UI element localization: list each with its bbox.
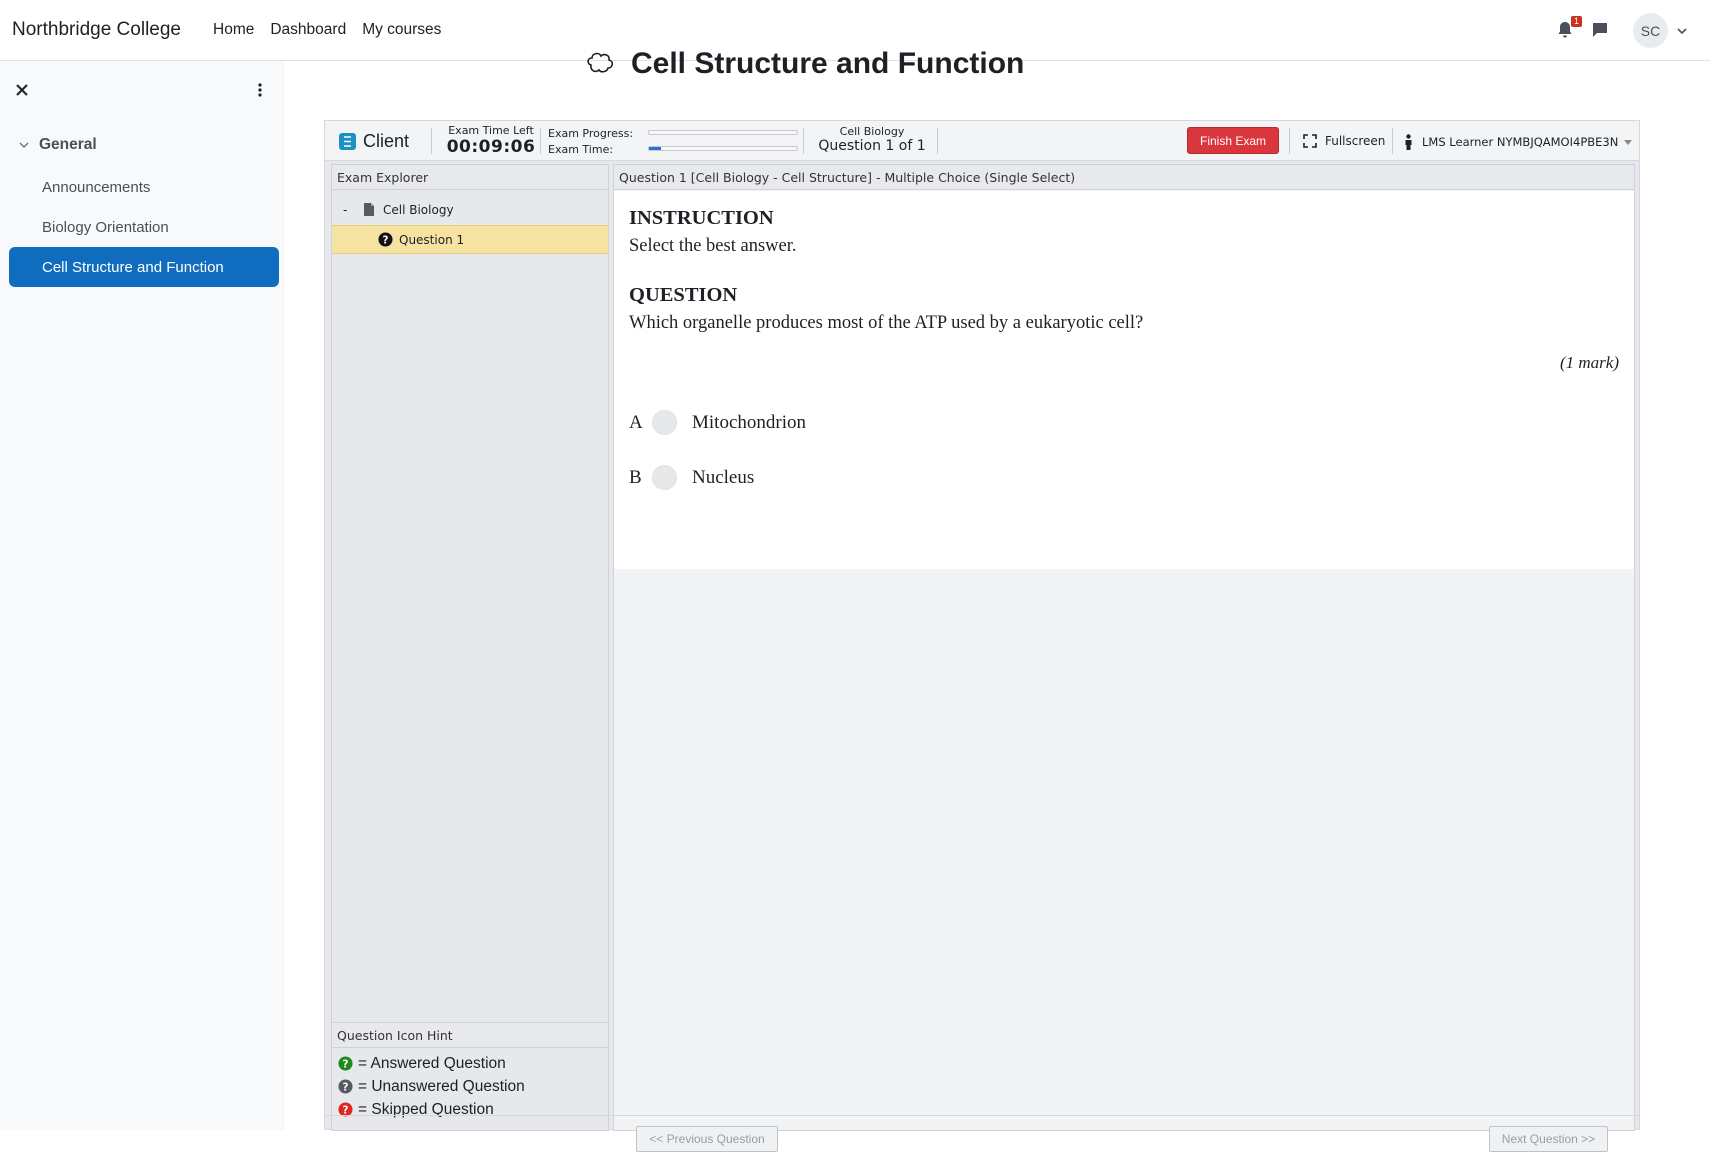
toolbar-divider [803, 128, 804, 154]
nav-link-home[interactable]: Home [213, 21, 254, 39]
chevron-down-icon[interactable] [1676, 25, 1688, 37]
notifications-button[interactable]: 1 [1557, 15, 1583, 41]
toolbar-divider [937, 128, 938, 154]
exam-time-left: Exam Time Left 00:09:06 [443, 124, 539, 157]
question-content: INSTRUCTION Select the best answer. QUES… [614, 191, 1634, 569]
exam-client: Client Exam Time Left 00:09:06 Exam Prog… [324, 120, 1640, 1152]
tree-question-label: Question 1 [399, 232, 465, 247]
close-icon[interactable] [14, 82, 30, 98]
option-letter: B [629, 466, 642, 488]
question-status-icon: ? [378, 232, 393, 247]
tree-collapse-toggle[interactable]: - [343, 203, 363, 217]
question-marks: (1 mark) [1559, 353, 1619, 372]
toolbar-divider [1392, 128, 1393, 154]
answered-question-icon: ? [338, 1056, 353, 1071]
fullscreen-label: Fullscreen [1325, 134, 1386, 148]
client-label: Client [363, 131, 410, 151]
section-title: General [39, 136, 97, 153]
more-options-icon[interactable] [256, 82, 264, 98]
toolbar-divider [431, 128, 432, 154]
tree-section-cell-biology[interactable]: - Cell Biology [332, 195, 608, 224]
answer-option-b[interactable]: B Nucleus [629, 465, 754, 490]
toolbar-divider [540, 128, 541, 154]
exam-explorer-title: Exam Explorer [332, 165, 608, 190]
question-footer-divider [325, 1115, 1639, 1116]
hint-answered: ? = Answered Question [332, 1052, 608, 1075]
option-b-radio[interactable] [652, 465, 677, 490]
option-letter: A [629, 411, 643, 433]
hint-title: Question Icon Hint [332, 1023, 608, 1048]
page-title: Cell Structure and Function [585, 47, 1024, 81]
exam-time-fill [649, 147, 661, 150]
hint-answered-label: = Answered Question [358, 1054, 506, 1072]
client-logo-icon [339, 133, 356, 150]
option-a-radio[interactable] [652, 410, 677, 435]
question-heading: QUESTION [629, 284, 738, 306]
option-text: Nucleus [692, 466, 755, 488]
drawer-item-cell-structure[interactable]: Cell Structure and Function [9, 247, 279, 287]
unanswered-question-icon: ? [338, 1079, 353, 1094]
answer-option-a[interactable]: A Mitochondrion [629, 410, 806, 435]
person-icon [1405, 134, 1412, 150]
learner-name: LMS Learner NYMBJQAMOI4PBE3N [1422, 135, 1619, 149]
notification-count-badge: 1 [1571, 15, 1583, 27]
question-header: Question 1 [Cell Biology - Cell Structur… [614, 165, 1634, 190]
question-text: Which organelle produces most of the ATP… [629, 313, 1144, 333]
svg-text:?: ? [383, 234, 389, 246]
messages-button[interactable] [1591, 21, 1611, 41]
nav-link-my-courses[interactable]: My courses [362, 21, 441, 39]
exam-time-bar [648, 146, 798, 151]
nav-link-dashboard[interactable]: Dashboard [270, 21, 346, 39]
tree-section-label: Cell Biology [383, 202, 454, 217]
hint-skipped: ? = Skipped Question [332, 1098, 608, 1121]
user-area: 1 SC [1557, 0, 1688, 61]
user-avatar[interactable]: SC [1633, 13, 1668, 48]
time-left-value: 00:09:06 [446, 137, 536, 157]
primary-navigation: Home Dashboard My courses [213, 21, 457, 39]
toolbar-divider [1289, 128, 1290, 154]
exam-toolbar: Client Exam Time Left 00:09:06 Exam Prog… [325, 121, 1639, 161]
question-position-value: Question 1 of 1 [818, 138, 926, 154]
learner-menu[interactable]: LMS Learner NYMBJQAMOI4PBE3N [1404, 134, 1633, 150]
site-brand[interactable]: Northbridge College [12, 19, 181, 41]
tree-question-1[interactable]: ? Question 1 [332, 225, 608, 254]
exam-explorer-panel: Exam Explorer - Cell Biology ? Question … [331, 164, 609, 1131]
drawer-item-announcements[interactable]: Announcements [9, 167, 279, 207]
question-pane: Question 1 [Cell Biology - Cell Structur… [613, 164, 1635, 1131]
section-general-toggle[interactable]: General [18, 136, 97, 154]
chat-icon [1593, 22, 1607, 37]
exam-progress-labels: Exam Progress: Exam Time: [548, 126, 633, 158]
document-icon [364, 203, 374, 216]
exam-time-label: Exam Time: [548, 143, 614, 156]
fullscreen-icon [1303, 134, 1317, 148]
svg-text:?: ? [343, 1058, 349, 1070]
chevron-down-icon [19, 142, 29, 148]
caret-down-icon [1624, 139, 1633, 145]
exam-activity-icon [587, 52, 614, 73]
instruction-text: Select the best answer. [629, 236, 797, 256]
option-text: Mitochondrion [692, 411, 806, 433]
svg-text:?: ? [343, 1081, 349, 1093]
fullscreen-button[interactable]: Fullscreen [1303, 134, 1385, 148]
question-icon-hint: Question Icon Hint ? = Answered Question… [332, 1022, 608, 1130]
exam-progress-label: Exam Progress: [548, 127, 634, 140]
time-left-label: Exam Time Left [448, 124, 534, 137]
course-index-drawer: General Announcements Biology Orientatio… [0, 61, 284, 1130]
section-name: Cell Biology [839, 125, 905, 138]
drawer-item-biology-orientation[interactable]: Biology Orientation [9, 207, 279, 247]
hint-unanswered: ? = Unanswered Question [332, 1075, 608, 1098]
hint-unanswered-label: = Unanswered Question [358, 1077, 525, 1095]
question-position: Cell Biology Question 1 of 1 [807, 125, 937, 154]
instruction-heading: INSTRUCTION [629, 207, 774, 229]
client-logo: Client [339, 131, 409, 152]
exam-progress-bar [648, 130, 798, 135]
page-title-text: Cell Structure and Function [631, 47, 1025, 80]
finish-exam-button[interactable]: Finish Exam [1187, 127, 1279, 154]
